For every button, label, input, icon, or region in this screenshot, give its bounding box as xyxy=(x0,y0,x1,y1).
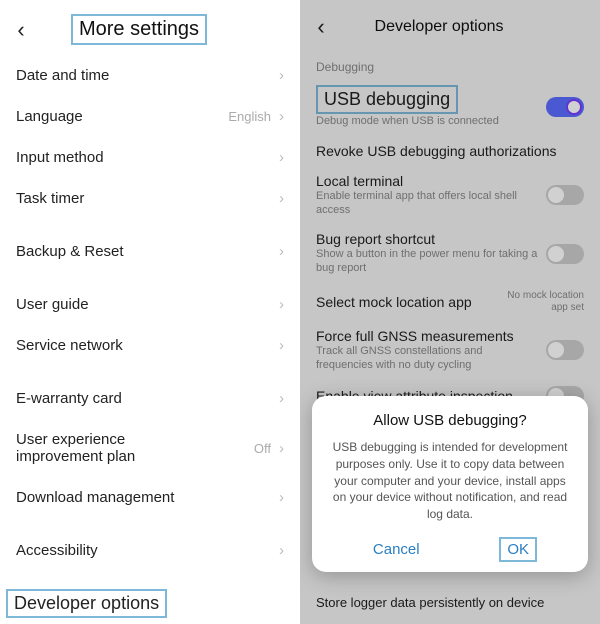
row-label: Language xyxy=(16,108,83,125)
row-label: Backup & Reset xyxy=(16,243,124,260)
option-label: Bug report shortcut xyxy=(316,231,538,247)
dialog-body: USB debugging is intended for developmen… xyxy=(328,439,572,523)
option-label: USB debugging xyxy=(316,85,458,114)
row-label: Task timer xyxy=(16,190,84,207)
chevron-right-icon: › xyxy=(279,296,284,313)
row-accessibility[interactable]: Accessibility › xyxy=(16,530,284,571)
option-sub: Track all GNSS constellations and freque… xyxy=(316,345,538,373)
option-bug-report[interactable]: Bug report shortcut Show a button in the… xyxy=(300,224,600,283)
row-value: English xyxy=(228,109,271,124)
row-label: Developer options xyxy=(6,589,167,618)
option-sub: Debug mode when USB is connected xyxy=(316,115,538,129)
row-label: Download management xyxy=(16,489,174,506)
option-force-gnss[interactable]: Force full GNSS measurements Track all G… xyxy=(300,321,600,380)
dialog-title: Allow USB debugging? xyxy=(328,412,572,429)
row-service-network[interactable]: Service network › xyxy=(16,325,284,366)
option-sub: Enable terminal app that offers local sh… xyxy=(316,190,538,218)
option-value: No mock location app set xyxy=(494,290,584,314)
option-label: Force full GNSS measurements xyxy=(316,328,538,344)
option-local-terminal[interactable]: Local terminal Enable terminal app that … xyxy=(300,166,600,225)
option-label: Select mock location app xyxy=(316,294,486,310)
more-settings-screen: ‹ More settings Date and time › Language… xyxy=(0,0,300,624)
row-download-management[interactable]: Download management › xyxy=(16,477,284,518)
chevron-right-icon: › xyxy=(279,489,284,506)
row-label: Date and time xyxy=(16,67,109,84)
chevron-right-icon: › xyxy=(279,440,284,457)
chevron-right-icon: › xyxy=(279,149,284,166)
option-revoke-auth[interactable]: Revoke USB debugging authorizations xyxy=(300,136,600,166)
row-user-guide[interactable]: User guide › xyxy=(16,284,284,325)
ok-button[interactable]: OK xyxy=(499,537,537,562)
option-label: Revoke USB debugging authorizations xyxy=(316,143,576,159)
page-title: More settings xyxy=(71,14,207,45)
row-language[interactable]: Language English › xyxy=(16,96,284,137)
option-usb-debugging[interactable]: USB debugging Debug mode when USB is con… xyxy=(300,78,600,136)
row-developer-options[interactable]: Developer options xyxy=(6,589,167,618)
row-task-timer[interactable]: Task timer › xyxy=(16,178,284,219)
row-date-time[interactable]: Date and time › xyxy=(16,55,284,96)
row-label: E-warranty card xyxy=(16,390,122,407)
row-label: Accessibility xyxy=(16,542,98,559)
toggle-local-terminal[interactable] xyxy=(546,185,584,205)
toggle-bug-report[interactable] xyxy=(546,244,584,264)
row-label: User guide xyxy=(16,296,89,313)
chevron-right-icon: › xyxy=(279,190,284,207)
section-heading: Debugging xyxy=(300,50,600,78)
row-value: Off xyxy=(254,441,271,456)
chevron-right-icon: › xyxy=(279,243,284,260)
chevron-right-icon: › xyxy=(279,390,284,407)
page-title: Developer options xyxy=(375,18,504,35)
developer-options-screen: ‹ Developer options Debugging USB debugg… xyxy=(300,0,600,624)
option-label: Local terminal xyxy=(316,173,538,189)
row-ewarranty[interactable]: E-warranty card › xyxy=(16,378,284,419)
cancel-button[interactable]: Cancel xyxy=(363,537,430,562)
chevron-right-icon: › xyxy=(279,108,284,125)
row-backup-reset[interactable]: Backup & Reset › xyxy=(16,231,284,272)
row-label: Service network xyxy=(16,337,123,354)
row-label: Input method xyxy=(16,149,104,166)
toggle-force-gnss[interactable] xyxy=(546,340,584,360)
chevron-right-icon: › xyxy=(279,67,284,84)
row-label: User experience improvement plan xyxy=(16,431,216,465)
chevron-right-icon: › xyxy=(279,337,284,354)
row-input-method[interactable]: Input method › xyxy=(16,137,284,178)
option-mock-location[interactable]: Select mock location app No mock locatio… xyxy=(300,283,600,321)
usb-debugging-dialog: Allow USB debugging? USB debugging is in… xyxy=(312,396,588,572)
option-sub: Show a button in the power menu for taki… xyxy=(316,248,538,276)
chevron-right-icon: › xyxy=(279,542,284,559)
toggle-usb-debugging[interactable] xyxy=(546,97,584,117)
option-store-logger[interactable]: Store logger data persistently on device xyxy=(316,595,584,610)
row-user-experience[interactable]: User experience improvement plan Off › xyxy=(16,419,284,477)
